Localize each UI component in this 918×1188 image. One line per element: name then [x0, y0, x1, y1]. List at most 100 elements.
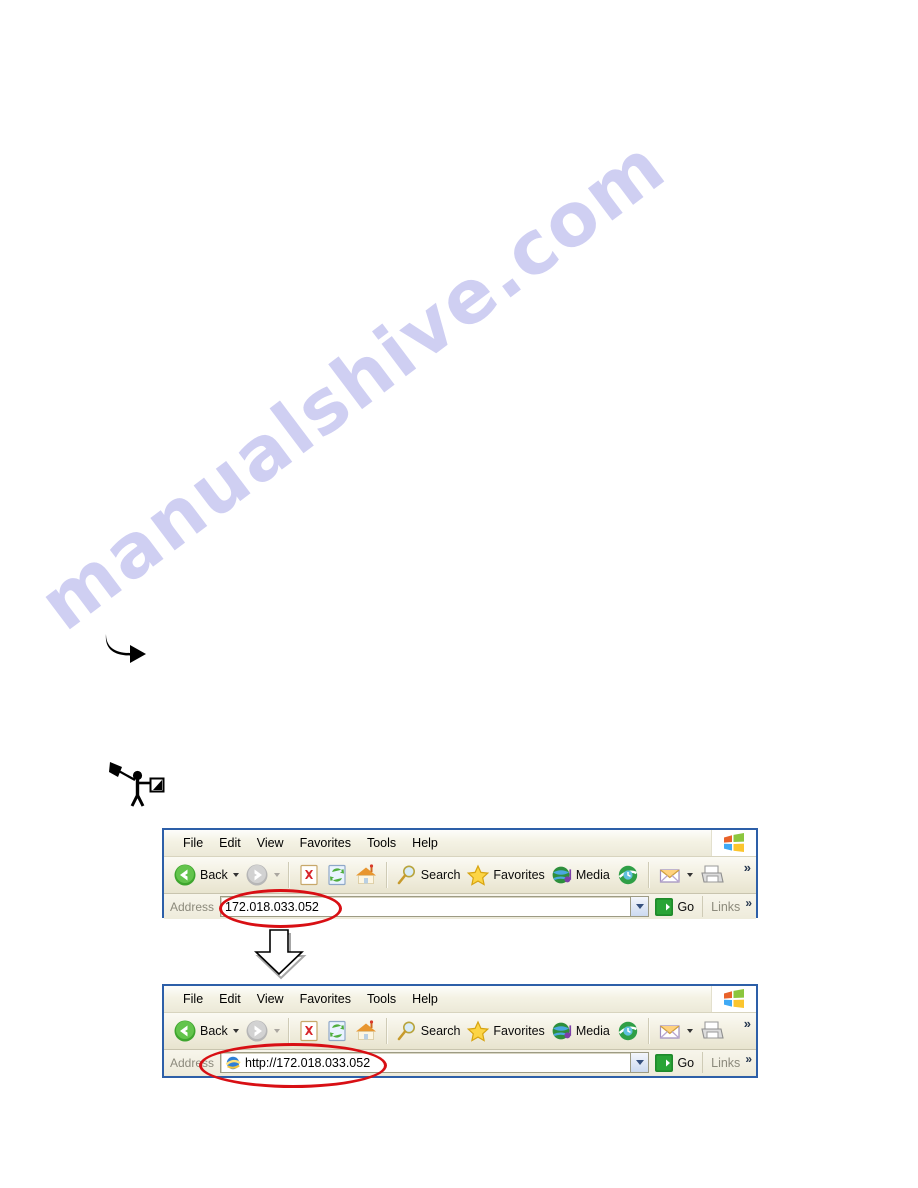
forward-arrow-icon	[246, 1020, 268, 1042]
back-dropdown-caret-icon[interactable]	[232, 873, 239, 877]
star-icon	[467, 864, 490, 886]
stop-icon	[300, 864, 318, 886]
mail-icon	[659, 1025, 680, 1039]
toolbar-separator	[385, 1018, 388, 1044]
stop-icon	[300, 1020, 318, 1042]
refresh-button[interactable]	[323, 859, 351, 891]
links-label: Links	[711, 1055, 741, 1070]
block-arrow-down-icon	[248, 928, 308, 980]
home-icon	[355, 864, 376, 884]
curved-arrow-right-icon	[104, 630, 148, 664]
menu-item-favorites[interactable]: Favorites	[293, 834, 358, 852]
stick-figure-with-flag-icon	[108, 760, 168, 808]
links-overflow-chevrons[interactable]: »	[745, 896, 752, 910]
go-label: Go	[677, 1055, 695, 1070]
forward-dropdown-caret-icon[interactable]	[273, 873, 280, 877]
stop-button[interactable]	[295, 1015, 323, 1047]
search-button[interactable]: Search	[393, 859, 464, 891]
address-dropdown-button[interactable]	[630, 1052, 650, 1073]
menu-item-view[interactable]: View	[250, 990, 291, 1008]
print-button[interactable]	[696, 859, 728, 891]
toolbar-separator	[647, 862, 650, 888]
go-button[interactable]: Go	[649, 1051, 702, 1074]
menu-items: File Edit View Favorites Tools Help	[164, 830, 711, 856]
browser-window-before: File Edit View Favorites Tools Help Back	[162, 828, 758, 919]
forward-dropdown-caret-icon[interactable]	[273, 1029, 280, 1033]
menu-bar: File Edit View Favorites Tools Help	[164, 830, 756, 857]
back-dropdown-caret-icon[interactable]	[232, 1029, 239, 1033]
refresh-icon	[328, 864, 346, 886]
go-button[interactable]: Go	[649, 895, 702, 918]
media-button[interactable]: Media	[548, 1015, 613, 1047]
menu-item-edit[interactable]: Edit	[212, 990, 248, 1008]
address-label: Address	[170, 899, 215, 914]
mail-dropdown-caret-icon[interactable]	[686, 873, 693, 877]
links-label: Links	[711, 899, 741, 914]
forward-button[interactable]	[242, 1015, 283, 1047]
refresh-button[interactable]	[323, 1015, 351, 1047]
media-globe-icon	[552, 1022, 571, 1040]
address-input[interactable]: http://172.018.033.052	[220, 1052, 631, 1073]
forward-arrow-icon	[246, 864, 268, 886]
menu-item-tools[interactable]: Tools	[360, 990, 403, 1008]
menu-item-favorites[interactable]: Favorites	[293, 990, 358, 1008]
back-button[interactable]: Back	[170, 859, 242, 891]
browser-window-after: File Edit View Favorites Tools Help Back	[162, 984, 758, 1078]
back-arrow-icon	[174, 1020, 196, 1042]
toolbar-separator	[287, 862, 290, 888]
links-button[interactable]: Links »	[702, 1052, 756, 1073]
back-label: Back	[200, 868, 228, 882]
menu-item-file[interactable]: File	[176, 834, 210, 852]
star-icon	[467, 1020, 490, 1042]
favorites-button[interactable]: Favorites	[463, 859, 547, 891]
address-input[interactable]: 172.018.033.052	[220, 896, 631, 917]
search-label: Search	[420, 1024, 461, 1038]
windows-flag-logo-icon	[711, 986, 756, 1012]
menu-item-file[interactable]: File	[176, 990, 210, 1008]
toolbar: Back Search Favorites Media »	[164, 1013, 756, 1050]
toolbar-overflow-chevrons[interactable]: »	[744, 860, 751, 875]
printer-icon	[701, 865, 724, 883]
mail-button[interactable]	[655, 1015, 696, 1047]
search-icon	[397, 865, 415, 885]
menu-item-tools[interactable]: Tools	[360, 834, 403, 852]
media-label: Media	[575, 868, 610, 882]
search-button[interactable]: Search	[393, 1015, 464, 1047]
menu-item-help[interactable]: Help	[405, 990, 445, 1008]
toolbar-separator	[385, 862, 388, 888]
links-button[interactable]: Links »	[702, 896, 756, 917]
favorites-label: Favorites	[493, 868, 545, 882]
address-dropdown-button[interactable]	[630, 896, 650, 917]
mail-dropdown-caret-icon[interactable]	[686, 1029, 693, 1033]
menu-item-edit[interactable]: Edit	[212, 834, 248, 852]
menu-item-help[interactable]: Help	[405, 834, 445, 852]
toolbar-overflow-chevrons[interactable]: »	[744, 1016, 751, 1031]
back-arrow-icon	[174, 864, 196, 886]
toolbar-separator	[287, 1018, 290, 1044]
history-clock-icon	[618, 1021, 638, 1041]
favorites-label: Favorites	[493, 1024, 545, 1038]
favorites-button[interactable]: Favorites	[463, 1015, 547, 1047]
mail-button[interactable]	[655, 859, 696, 891]
history-clock-icon	[618, 865, 638, 885]
home-button[interactable]	[351, 1015, 381, 1047]
address-value: 172.018.033.052	[225, 899, 319, 914]
history-button[interactable]	[613, 1015, 643, 1047]
home-button[interactable]	[351, 859, 381, 891]
links-overflow-chevrons[interactable]: »	[745, 1052, 752, 1066]
go-arrow-icon	[655, 1053, 674, 1072]
watermark-text: manualshive.com	[24, 122, 682, 648]
address-label: Address	[170, 1055, 215, 1070]
windows-flag-logo-icon	[711, 830, 756, 856]
back-button[interactable]: Back	[170, 1015, 242, 1047]
search-label: Search	[420, 868, 461, 882]
menu-item-view[interactable]: View	[250, 834, 291, 852]
address-bar: Address 172.018.033.052 Go Links »	[164, 894, 756, 919]
history-button[interactable]	[613, 859, 643, 891]
forward-button[interactable]	[242, 859, 283, 891]
go-label: Go	[677, 899, 695, 914]
print-button[interactable]	[696, 1015, 728, 1047]
toolbar: Back Search Favorites Media »	[164, 857, 756, 894]
media-button[interactable]: Media	[548, 859, 613, 891]
stop-button[interactable]	[295, 859, 323, 891]
